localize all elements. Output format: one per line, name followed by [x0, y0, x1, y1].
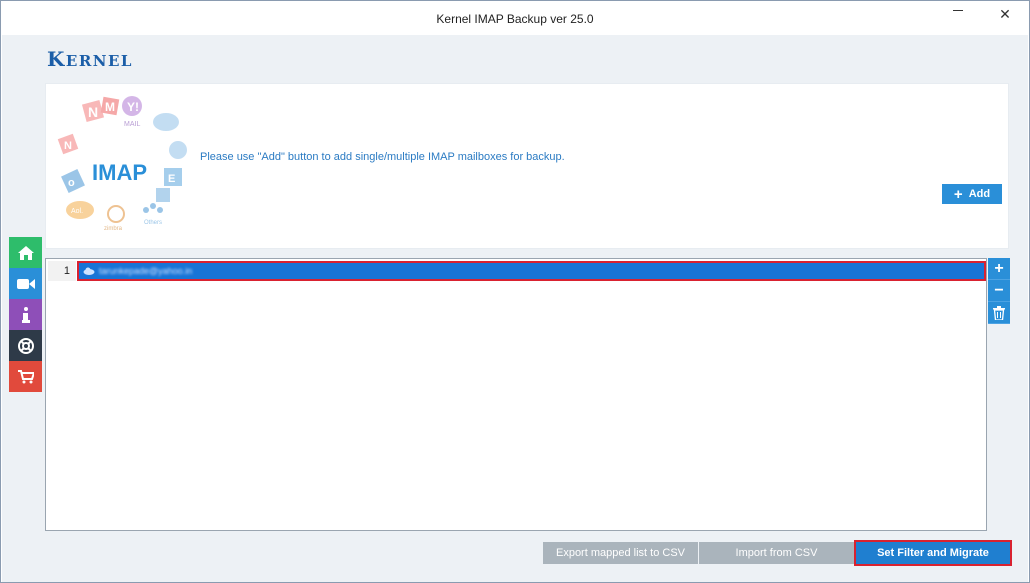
plus-icon: +	[994, 259, 1004, 277]
imap-email-providers-illustration: N M Y! MAIL N o E Aol. zimbra Others IMA…	[57, 96, 187, 232]
window-title: Kernel IMAP Backup ver 25.0	[436, 12, 594, 26]
close-button[interactable]: ✕	[983, 1, 1027, 27]
imap-label: IMAP	[92, 160, 147, 185]
kernel-logo: KERNEL	[47, 47, 133, 71]
delete-row-button[interactable]	[988, 302, 1010, 324]
instruction-message: Please use "Add" button to add single/mu…	[200, 151, 565, 163]
side-nav-home[interactable]	[9, 237, 42, 268]
svg-text:M: M	[105, 100, 115, 114]
add-button-label: Add	[968, 188, 991, 200]
import-csv-button[interactable]: Import from CSV	[699, 542, 854, 564]
minimize-button[interactable]	[936, 1, 980, 27]
svg-text:MAIL: MAIL	[124, 121, 140, 128]
side-nav-info[interactable]	[9, 299, 42, 330]
side-nav-video[interactable]	[9, 268, 42, 299]
cloud-icon	[83, 267, 95, 275]
minimize-icon	[953, 9, 963, 11]
svg-text:N: N	[64, 140, 72, 152]
footer-actions: Export mapped list to CSV Import from CS…	[543, 542, 855, 564]
video-camera-icon	[16, 278, 35, 289]
remove-row-button[interactable]: −	[988, 280, 1010, 302]
lifebuoy-icon	[17, 337, 34, 354]
close-icon: ✕	[999, 5, 1011, 22]
svg-text:Y!: Y!	[127, 100, 139, 114]
svg-text:zimbra: zimbra	[104, 226, 123, 232]
side-nav	[9, 237, 42, 392]
list-toolbar: + −	[988, 258, 1010, 324]
row-index: 1	[48, 261, 76, 281]
add-button[interactable]: + Add	[942, 184, 1002, 204]
info-panel: N M Y! MAIL N o E Aol. zimbra Others IMA…	[45, 83, 1009, 249]
plus-icon: +	[953, 185, 963, 203]
app-window: Kernel IMAP Backup ver 25.0 ✕ KERNEL N M…	[0, 0, 1030, 583]
title-bar: Kernel IMAP Backup ver 25.0 ✕	[1, 1, 1029, 35]
svg-text:Aol.: Aol.	[71, 208, 83, 215]
shopping-cart-icon	[17, 369, 34, 383]
svg-text:Others: Others	[144, 220, 162, 226]
home-icon	[17, 245, 34, 260]
selected-mailbox-row[interactable]: tarunkepade@yahoo.in	[77, 261, 986, 281]
side-nav-cart[interactable]	[9, 361, 42, 392]
trash-icon	[993, 305, 1005, 320]
add-row-button[interactable]: +	[988, 258, 1010, 280]
client-area: KERNEL N M Y! MAIL N o E Aol. zimbra Oth…	[2, 35, 1028, 582]
minus-icon: −	[994, 281, 1004, 299]
info-icon	[21, 306, 30, 323]
export-csv-button[interactable]: Export mapped list to CSV	[543, 542, 698, 564]
mailbox-email: tarunkepade@yahoo.in	[99, 266, 193, 276]
side-nav-help[interactable]	[9, 330, 42, 361]
set-filter-and-migrate-button[interactable]: Set Filter and Migrate	[854, 540, 1012, 566]
svg-text:o: o	[68, 177, 75, 189]
list-item[interactable]: 1 tarunkepade@yahoo.in	[46, 261, 986, 281]
mailbox-list[interactable]: 1 tarunkepade@yahoo.in	[45, 258, 987, 531]
svg-text:N: N	[88, 104, 98, 120]
svg-text:E: E	[168, 173, 175, 185]
